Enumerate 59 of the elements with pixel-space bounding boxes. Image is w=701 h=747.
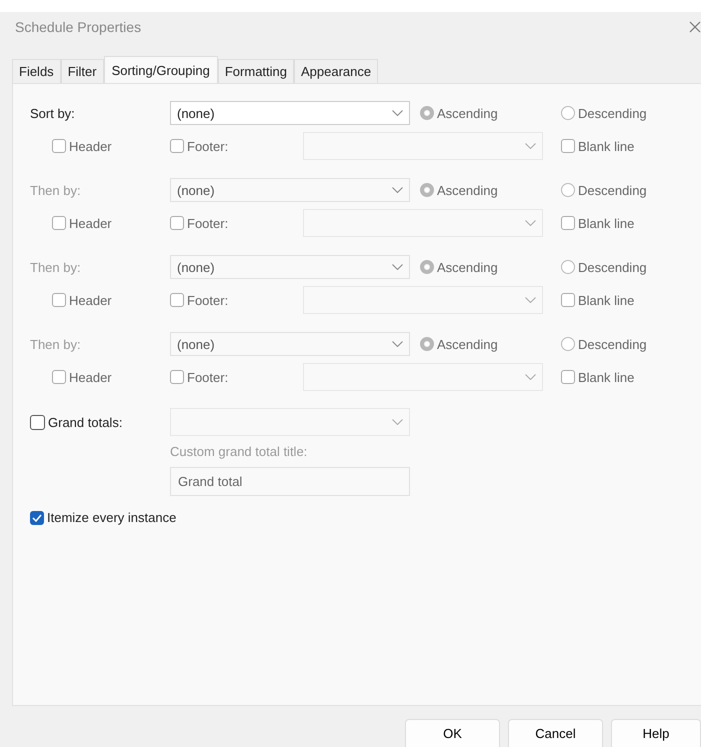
footer-dropdown[interactable] — [303, 132, 543, 160]
chevron-icon — [392, 419, 403, 425]
sort-label: Then by: — [30, 182, 82, 198]
window-title: Schedule Properties — [15, 19, 142, 35]
footer-dropdown[interactable] — [303, 209, 543, 237]
radio-label: Ascending — [437, 260, 498, 274]
chevron-icon — [392, 341, 403, 347]
checkbox[interactable] — [30, 414, 45, 430]
sort-label: Then by: — [30, 336, 82, 352]
chevron-icon — [392, 264, 403, 270]
checkbox-label: Footer: — [187, 292, 228, 308]
radio-label: Ascending — [437, 336, 498, 352]
checkbox-label: Header — [69, 370, 112, 384]
radio-label: Descending — [578, 260, 647, 274]
dialog-button[interactable]: OK — [405, 719, 500, 747]
checkbox-label: Grand totals: — [48, 414, 122, 430]
checkbox-label: Blank line — [578, 138, 634, 154]
tab[interactable]: Sorting/Grouping — [104, 56, 218, 83]
checkbox-label: Header — [69, 138, 112, 154]
radio-label: Descending — [578, 182, 647, 198]
chevron-icon — [392, 110, 403, 116]
checkbox-label: Blank line — [578, 216, 634, 230]
tab[interactable]: Formatting — [218, 59, 294, 83]
tab[interactable]: Filter — [60, 59, 104, 83]
dialog-button[interactable]: Cancel — [508, 719, 603, 747]
tab[interactable]: Appearance — [294, 59, 378, 83]
chevron-icon — [525, 374, 536, 380]
radio-label: Descending — [578, 336, 647, 352]
sort-label: Sort by: — [30, 106, 76, 120]
close-icon[interactable] — [689, 21, 701, 33]
radio-button[interactable] — [420, 106, 434, 120]
radio-label: Ascending — [437, 182, 498, 198]
sort-label: Then by: — [30, 260, 82, 274]
chevron-icon — [525, 143, 536, 149]
radio-button[interactable] — [561, 106, 575, 120]
checkbox-label: Footer: — [187, 216, 228, 230]
checkbox-label: Header — [69, 292, 112, 308]
dialog-button[interactable]: Help — [611, 719, 701, 747]
checkbox[interactable] — [30, 510, 44, 524]
checkbox[interactable] — [170, 139, 184, 153]
field-label: Custom grand total title: — [170, 444, 308, 459]
checkbox-label: Itemize every instance — [47, 510, 176, 525]
chevron-icon — [392, 187, 403, 193]
checkbox-label: Header — [69, 216, 112, 230]
grand-totals-dropdown[interactable] — [170, 408, 410, 436]
checkbox-label: Blank line — [578, 370, 634, 384]
footer-dropdown[interactable] — [303, 286, 543, 314]
footer-dropdown[interactable] — [303, 363, 543, 391]
checkbox-label: Footer: — [187, 370, 228, 384]
radio-label: Descending — [578, 106, 647, 120]
checkbox[interactable] — [561, 139, 575, 153]
checkbox-label: Footer: — [187, 138, 228, 154]
sort-dropdown[interactable]: (none) — [170, 101, 410, 125]
chevron-icon — [525, 220, 536, 226]
checkbox-label: Blank line — [578, 292, 634, 308]
chevron-icon — [525, 297, 536, 303]
radio-label: Ascending — [437, 106, 498, 120]
tab[interactable]: Fields — [12, 59, 61, 83]
checkbox[interactable] — [52, 139, 66, 153]
